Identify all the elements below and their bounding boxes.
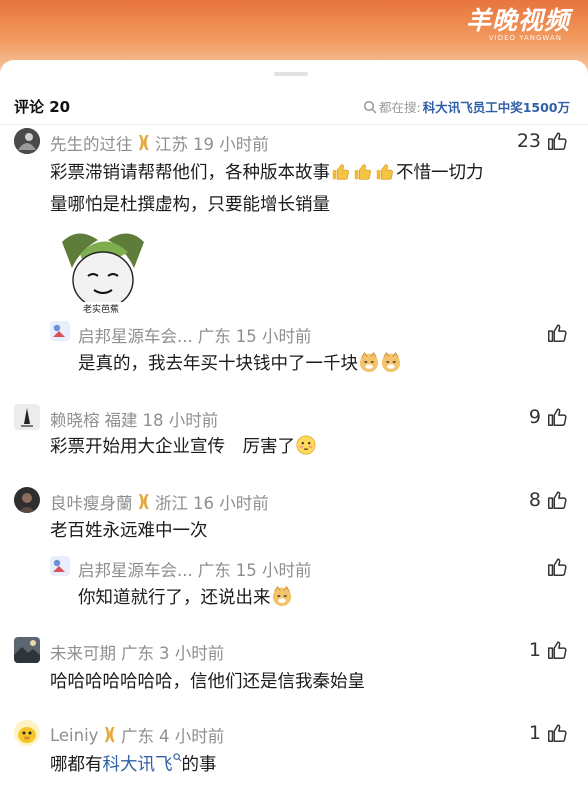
like-count: 1 bbox=[528, 722, 541, 744]
banana-meme-sticker[interactable]: 老实芭蕉 bbox=[50, 224, 156, 320]
comment-text-part: 老百姓永远难中一次 bbox=[50, 521, 208, 541]
user-location: 广东 bbox=[197, 327, 231, 346]
avatar[interactable] bbox=[14, 720, 40, 746]
user-location: 广东 bbox=[121, 727, 154, 746]
comment-meta: 启邦星源车会... 广东 15 小时前 bbox=[78, 323, 312, 347]
avatar[interactable] bbox=[14, 487, 40, 513]
user-name[interactable]: Leiniy bbox=[50, 726, 98, 745]
comment-time: 19 小时前 bbox=[193, 135, 269, 154]
comment-text: 彩票开始用大企业宣传 厉害了 bbox=[50, 431, 570, 463]
comment-meta: 先生的过往 )( 江苏 19 小时前 bbox=[50, 131, 269, 155]
comment-text: 老百姓永远难中一次 bbox=[50, 515, 570, 547]
avatar[interactable] bbox=[14, 404, 40, 430]
like-count: 8 bbox=[528, 489, 541, 511]
search-icon bbox=[363, 100, 377, 113]
like-count: 9 bbox=[528, 406, 541, 428]
comment-time: 16 小时前 bbox=[193, 494, 269, 513]
thumbs-up-emoji-icon bbox=[354, 164, 371, 180]
comment-text-part: 哪都有 bbox=[50, 755, 103, 775]
user-location: 广东 bbox=[121, 644, 154, 663]
comment-text-part: 哈哈哈哈哈哈哈，信他们还是信我秦始皇 bbox=[50, 672, 365, 692]
comment-time: 18 小时前 bbox=[142, 411, 219, 430]
comment-text: 你知道就行了，还说出来 bbox=[78, 582, 558, 614]
vip-badge-icon: )( bbox=[137, 133, 150, 153]
drag-handle[interactable] bbox=[274, 72, 308, 76]
comment-time: 15 小时前 bbox=[235, 561, 312, 580]
vip-badge-icon: )( bbox=[137, 492, 150, 512]
comment-meta: 良咔瘦身蘭 )( 浙江 16 小时前 bbox=[50, 490, 269, 514]
comment-text-part: 量哪怕是杜撰虚构，只要能增长销量 bbox=[50, 195, 330, 215]
comment-text-part: 是真的，我去年买十块钱中了一千块 bbox=[78, 354, 358, 374]
comment-header: 评论 20 都在搜: 科大讯飞员工中奖1500万 bbox=[0, 90, 588, 120]
sticker-caption: 老实芭蕉 bbox=[83, 305, 120, 315]
comment-text-part: 你知道就行了，还说出来 bbox=[78, 588, 271, 608]
thumb-up-icon bbox=[548, 558, 567, 576]
comment-text-part: 彩票滞销请帮帮他们，各种版本故事 bbox=[50, 163, 330, 183]
search-prefix: 都在搜: bbox=[378, 100, 421, 115]
comment-text-part: 彩票开始用大企业宣传 厉害了 bbox=[50, 437, 295, 457]
search-icon[interactable] bbox=[172, 753, 182, 762]
comment-meta: Leiniy )( 广东 4 小时前 bbox=[50, 723, 224, 747]
like-button[interactable]: 1 bbox=[529, 639, 568, 661]
search-suggestion[interactable]: 都在搜: 科大讯飞员工中奖1500万 bbox=[363, 97, 570, 116]
comment-meta: 未来可期 广东 3 小时前 bbox=[50, 640, 224, 664]
user-location: 福建 bbox=[104, 411, 138, 430]
avatar[interactable] bbox=[50, 556, 70, 576]
doge-emoji-icon bbox=[381, 352, 401, 373]
like-button[interactable]: 23 bbox=[517, 130, 568, 152]
comment-time: 15 小时前 bbox=[235, 327, 312, 346]
thumb-up-icon bbox=[548, 491, 567, 509]
user-location: 江苏 bbox=[155, 135, 189, 154]
comment-meta: 赖晓榕 福建 18 小时前 bbox=[50, 407, 218, 431]
comment-text: 是真的，我去年买十块钱中了一千块 bbox=[78, 348, 558, 380]
user-name[interactable]: 未来可期 bbox=[50, 640, 116, 664]
comment-time: 4 小时前 bbox=[159, 727, 225, 746]
like-button[interactable]: 1 bbox=[529, 722, 568, 744]
like-button[interactable]: 9 bbox=[529, 406, 568, 428]
thumb-up-icon bbox=[548, 641, 567, 659]
like-button[interactable] bbox=[541, 556, 568, 578]
thumb-up-icon bbox=[548, 324, 567, 342]
thumbs-up-emoji-icon bbox=[376, 164, 393, 180]
user-location: 广东 bbox=[197, 561, 231, 580]
doge-emoji-icon bbox=[359, 352, 379, 373]
brand-logo: 羊晚视频 VIDEO YANGWAN bbox=[420, 4, 570, 52]
vip-badge-icon: )( bbox=[103, 725, 115, 745]
user-name[interactable]: 赖晓榕 bbox=[50, 407, 100, 431]
thumb-up-icon bbox=[548, 408, 567, 426]
avatar[interactable] bbox=[50, 321, 70, 341]
comment-count: 评论 20 bbox=[14, 98, 71, 116]
comment-text: 彩票滞销请帮帮他们，各种版本故事 不惜一切力 量哪怕是杜撰虚构，只要能增长销量 bbox=[50, 157, 570, 221]
search-keyword[interactable]: 科大讯飞员工中奖1500万 bbox=[423, 97, 570, 116]
comment-time: 3 小时前 bbox=[159, 644, 225, 663]
like-count: 1 bbox=[528, 639, 541, 661]
comment-text-part: 的事 bbox=[181, 755, 217, 775]
avatar[interactable] bbox=[14, 637, 40, 663]
comment-meta: 启邦星源车会... 广东 15 小时前 bbox=[78, 557, 312, 581]
user-name[interactable]: 启邦星源车会... bbox=[78, 557, 193, 581]
divider bbox=[0, 124, 588, 125]
thumb-up-icon bbox=[548, 132, 567, 150]
user-location: 浙江 bbox=[155, 494, 189, 513]
comment-text: 哈哈哈哈哈哈哈，信他们还是信我秦始皇 bbox=[50, 666, 570, 698]
user-name[interactable]: 良咔瘦身蘭 bbox=[50, 490, 133, 514]
avatar[interactable] bbox=[14, 128, 40, 154]
keyword-link[interactable]: 科大讯飞 bbox=[103, 755, 173, 775]
brand-name: 羊晚视频 bbox=[465, 6, 570, 35]
thumbs-up-emoji-icon bbox=[332, 164, 349, 180]
like-button[interactable]: 8 bbox=[529, 489, 568, 511]
user-name[interactable]: 启邦星源车会... bbox=[78, 323, 193, 347]
comment-text-part: 不惜一切力 bbox=[396, 163, 484, 183]
thumb-up-icon bbox=[548, 724, 567, 742]
comment-text: 哪都有科大讯飞 的事 bbox=[50, 749, 570, 781]
like-count: 23 bbox=[516, 130, 541, 152]
brand-subtitle: VIDEO YANGWAN bbox=[488, 34, 562, 42]
doge-emoji-icon bbox=[272, 586, 291, 607]
user-name[interactable]: 先生的过往 bbox=[50, 131, 133, 155]
blushing-face-emoji-icon bbox=[296, 435, 316, 455]
like-button[interactable] bbox=[541, 322, 568, 344]
